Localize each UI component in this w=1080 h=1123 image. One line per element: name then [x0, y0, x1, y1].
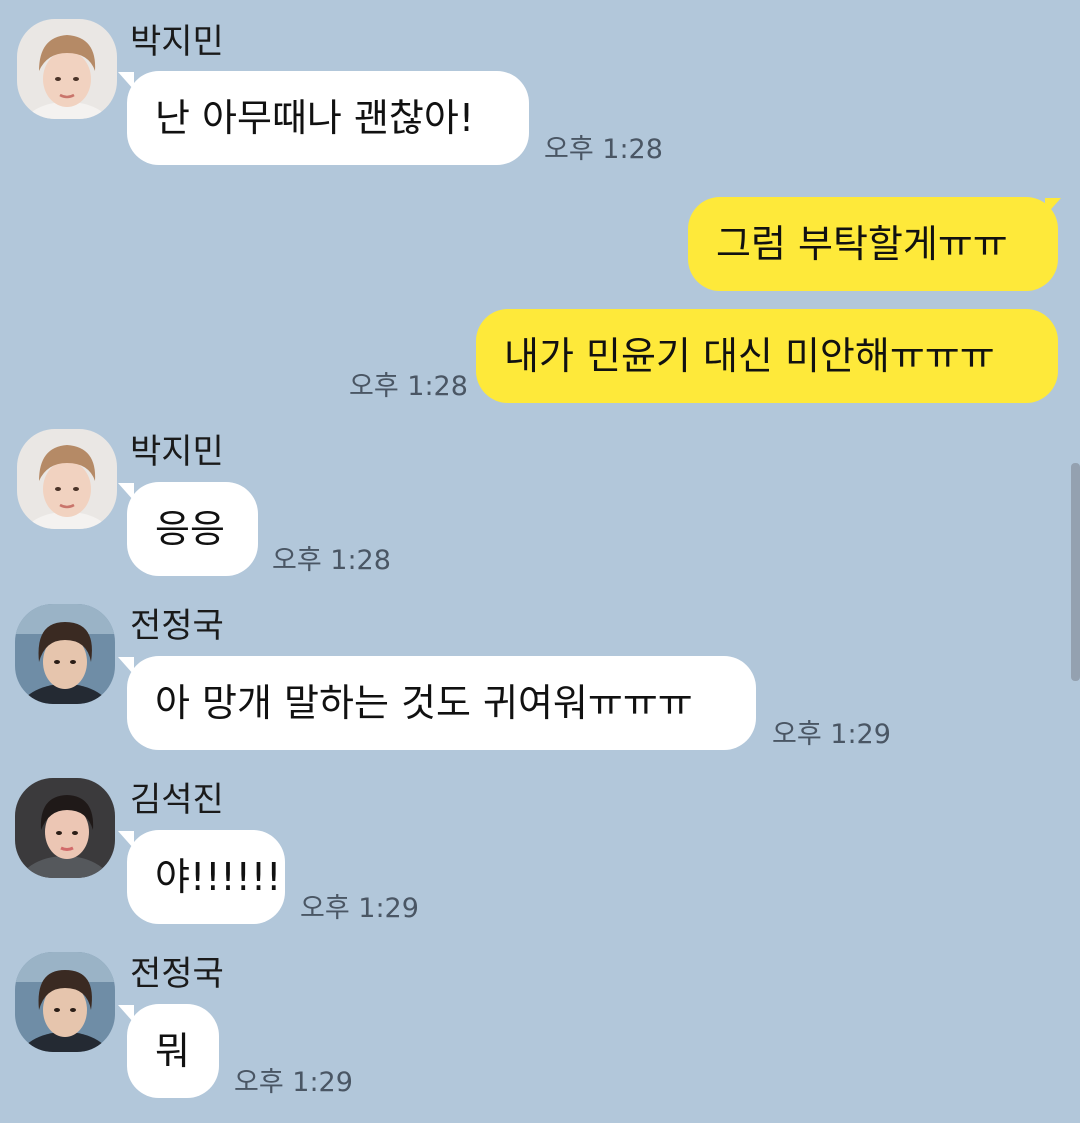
message-bubble[interactable]: 난 아무때나 괜찮아!: [127, 71, 529, 165]
message-time: 오후 1:29: [772, 719, 891, 750]
avatar-seokjin-icon[interactable]: [15, 778, 115, 878]
sender-name: 박지민: [130, 432, 224, 472]
message-time: 오후 1:28: [272, 545, 391, 576]
chat-area[interactable]: 박지민 난 아무때나 괜찮아! 오후 1:28 그럼 부탁할게ㅠㅠ 내가 민윤기…: [0, 0, 1080, 1123]
message-bubble[interactable]: 뭐: [127, 1004, 219, 1098]
avatar-jungkook-icon[interactable]: [15, 952, 115, 1052]
sender-name: 전정국: [130, 606, 224, 646]
message-time: 오후 1:29: [234, 1067, 353, 1098]
sender-name: 김석진: [130, 780, 224, 820]
message-bubble[interactable]: 아 망개 말하는 것도 귀여워ㅠㅠㅠ: [127, 656, 756, 750]
message-bubble[interactable]: 응응: [127, 482, 258, 576]
message-time: 오후 1:29: [300, 893, 419, 924]
message-time: 오후 1:28: [349, 371, 468, 402]
sender-name: 전정국: [130, 954, 224, 994]
message-time: 오후 1:28: [544, 134, 663, 165]
avatar-jimin-icon[interactable]: [17, 429, 117, 529]
message-bubble[interactable]: 야!!!!!!: [127, 830, 285, 924]
avatar-jimin-icon[interactable]: [17, 19, 117, 119]
message-bubble[interactable]: 그럼 부탁할게ㅠㅠ: [688, 197, 1058, 291]
avatar-jungkook-icon[interactable]: [15, 604, 115, 704]
scrollbar[interactable]: [1071, 463, 1080, 681]
sender-name: 박지민: [130, 22, 224, 62]
message-bubble[interactable]: 내가 민윤기 대신 미안해ㅠㅠㅠ: [476, 309, 1058, 403]
